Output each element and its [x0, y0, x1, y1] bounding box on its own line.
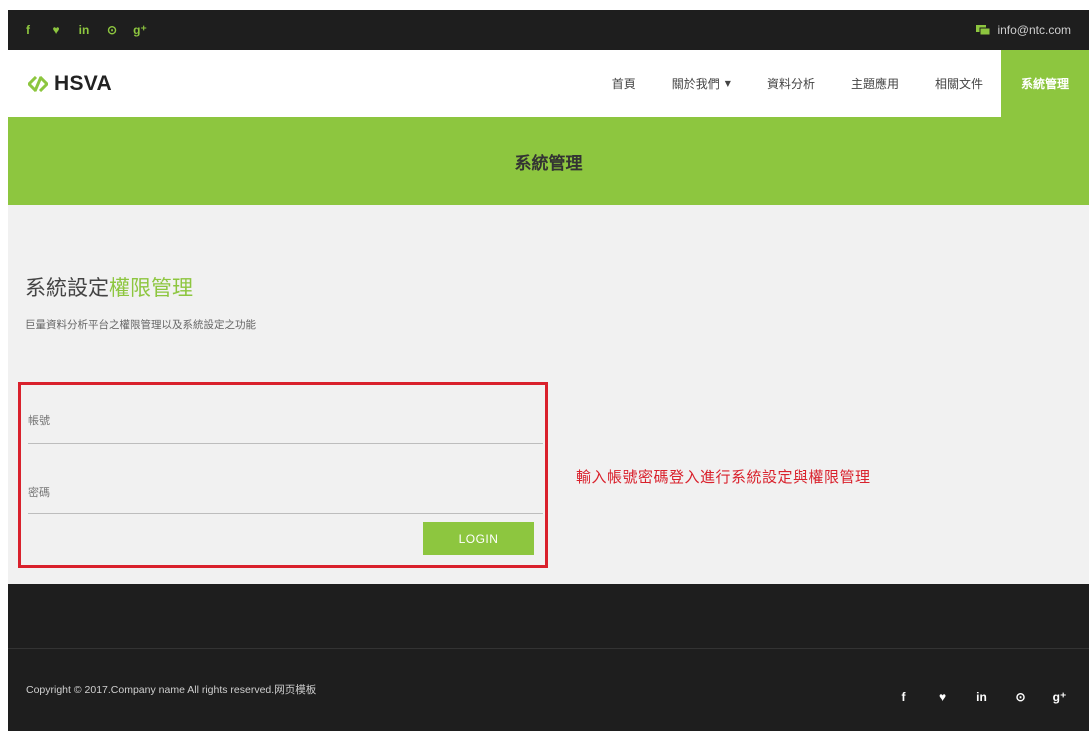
section-subtitle: 巨量資料分析平台之權限管理以及系統設定之功能: [25, 319, 256, 331]
section-title-main: 系統設定: [25, 276, 109, 300]
pinterest-icon[interactable]: ⊙: [98, 10, 126, 50]
message-icon: [976, 24, 991, 35]
page-title: 系統管理: [514, 153, 583, 174]
nav-item-about-label: 關於我們: [671, 77, 720, 91]
top-bar: f ♥ in ⊙ g⁺ info@ntc.com: [8, 10, 1089, 50]
section-title-accent: 權限管理: [109, 276, 193, 300]
password-field-underline: [28, 513, 543, 514]
nav-item-home[interactable]: 首頁: [594, 50, 654, 117]
logo-icon: [28, 75, 48, 92]
twitter-icon[interactable]: ♥: [923, 690, 962, 704]
copyright-text: Copyright © 2017.Company name All rights…: [26, 684, 317, 696]
page-frame: f ♥ in ⊙ g⁺ info@ntc.com HSVA 首頁 關於我們 ▼ …: [8, 10, 1089, 731]
footer-divider: [8, 648, 1089, 649]
logo-text: HSVA: [54, 71, 112, 95]
nav-menu: 首頁 關於我們 ▼ 資料分析 主題應用 相關文件 系統管理: [594, 50, 1089, 117]
nav-item-topic-applications[interactable]: 主題應用: [833, 50, 917, 117]
password-field[interactable]: 密碼: [28, 484, 50, 500]
main-navbar: HSVA 首頁 關於我們 ▼ 資料分析 主題應用 相關文件 系統管理: [8, 50, 1089, 117]
footer-social-links: f ♥ in ⊙ g⁺: [884, 690, 1079, 704]
section-title: 系統設定權限管理: [25, 272, 193, 302]
login-form: 帳號 密碼 LOGIN: [18, 382, 548, 568]
login-hint-annotation: 輸入帳號密碼登入進行系統設定與權限管理: [576, 468, 871, 486]
nav-item-about[interactable]: 關於我們 ▼: [654, 50, 749, 117]
pinterest-icon[interactable]: ⊙: [1001, 690, 1040, 704]
account-field[interactable]: 帳號: [28, 412, 50, 428]
facebook-icon[interactable]: f: [884, 690, 923, 704]
nav-item-documents[interactable]: 相關文件: [917, 50, 1001, 117]
login-button[interactable]: LOGIN: [423, 522, 534, 555]
page-banner: 系統管理: [8, 117, 1089, 205]
site-footer: Copyright © 2017.Company name All rights…: [8, 584, 1089, 731]
contact-email[interactable]: info@ntc.com: [976, 10, 1071, 50]
linkedin-icon[interactable]: in: [962, 690, 1001, 704]
twitter-icon[interactable]: ♥: [42, 10, 70, 50]
nav-item-system-management[interactable]: 系統管理: [1000, 50, 1089, 117]
google-plus-icon[interactable]: g⁺: [126, 10, 154, 50]
google-plus-icon[interactable]: g⁺: [1040, 690, 1079, 704]
site-logo[interactable]: HSVA: [28, 50, 112, 117]
nav-item-data-analysis[interactable]: 資料分析: [749, 50, 833, 117]
account-field-underline: [28, 443, 543, 444]
chevron-down-icon: ▼: [724, 79, 731, 88]
top-social-links: f ♥ in ⊙ g⁺: [14, 10, 154, 50]
contact-email-text: info@ntc.com: [997, 23, 1071, 37]
linkedin-icon[interactable]: in: [70, 10, 98, 50]
facebook-icon[interactable]: f: [14, 10, 42, 50]
